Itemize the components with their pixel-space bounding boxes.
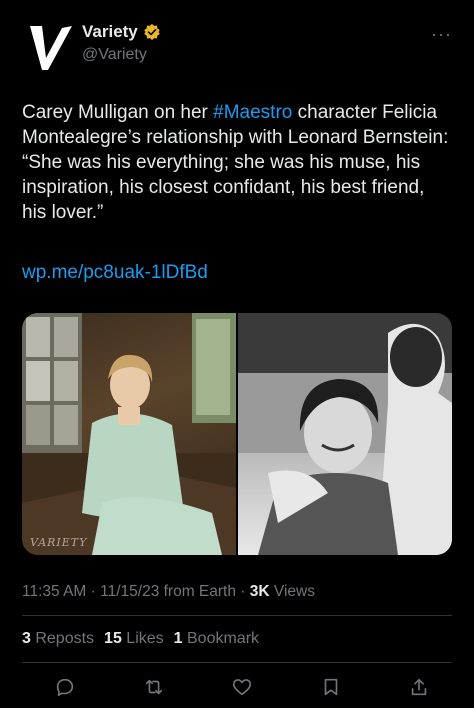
tweet-text: Carey Mulligan on her #Maestro character… (22, 100, 452, 225)
engagement-stats: 3 Reposts 15 Likes 1 Bookmark (22, 630, 259, 648)
media-grid: VARIETY (22, 313, 452, 555)
variety-logo-avatar[interactable] (22, 18, 78, 74)
bookmarks-count: 1 (173, 630, 183, 647)
divider (22, 615, 452, 616)
meta-separator: · (235, 583, 250, 600)
photo-carey-mulligan-window[interactable]: VARIETY (22, 313, 236, 555)
photo-maestro-still[interactable] (238, 313, 452, 555)
repost-icon[interactable] (143, 676, 165, 698)
tweet-text-start: Carey Mulligan on her (22, 102, 214, 123)
bookmark-icon[interactable] (320, 676, 342, 698)
reposts-label: Reposts (30, 630, 95, 647)
article-link[interactable]: wp.me/pc8uak-1lDfBd (22, 262, 208, 284)
tweet-source: from Earth (159, 583, 236, 600)
action-bar (22, 672, 452, 702)
verified-badge-icon (143, 23, 160, 41)
bookmarks-stat[interactable]: 1 Bookmark (174, 630, 259, 648)
variety-v-logo-icon (30, 26, 72, 70)
variety-watermark: VARIETY (30, 536, 88, 549)
divider (22, 662, 452, 663)
more-options-icon[interactable]: ··· (431, 24, 452, 45)
hashtag-link[interactable]: #Maestro (213, 102, 292, 123)
bookmarks-label: Bookmark (182, 630, 260, 647)
share-icon[interactable] (408, 676, 430, 698)
meta-separator: · (86, 583, 101, 600)
photo-right-illustration (238, 313, 452, 555)
reply-icon[interactable] (54, 676, 76, 698)
account-handle[interactable]: @Variety (82, 46, 161, 64)
likes-label: Likes (121, 630, 164, 647)
tweet-time[interactable]: 11:35 AM (22, 583, 86, 600)
like-icon[interactable] (231, 676, 253, 698)
views-count[interactable]: 3K (250, 583, 270, 600)
account-name-block: Variety @Variety (82, 22, 161, 64)
likes-count: 15 (104, 630, 122, 647)
reposts-stat[interactable]: 3 Reposts (22, 630, 94, 648)
display-name[interactable]: Variety (82, 22, 138, 42)
photo-left-illustration (22, 313, 236, 555)
tweet-meta: 11:35 AM · 11/15/23 from Earth · 3K View… (22, 583, 315, 601)
tweet-header: Variety @Variety ··· (22, 14, 452, 78)
likes-stat[interactable]: 15 Likes (104, 630, 164, 648)
tweet-date[interactable]: 11/15/23 (100, 583, 159, 600)
reposts-count: 3 (22, 630, 31, 647)
views-label: Views (269, 583, 315, 600)
